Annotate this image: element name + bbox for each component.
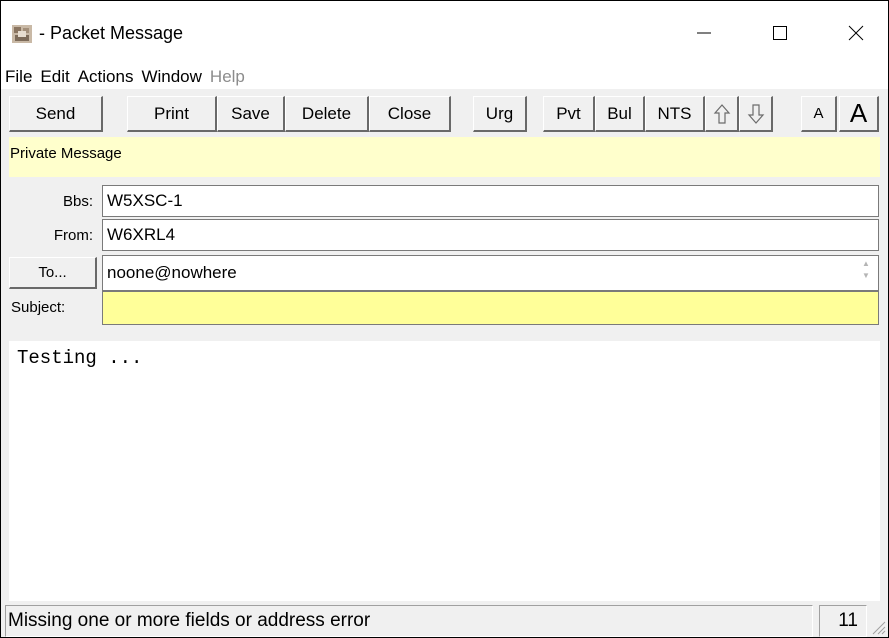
title-bar: - Packet Message [1, 1, 888, 65]
status-message: Missing one or more fields or address er… [5, 605, 813, 637]
to-field-value: noone@nowhere [107, 263, 237, 282]
resize-grip-icon[interactable] [870, 619, 886, 635]
from-field[interactable] [102, 219, 879, 251]
move-up-button[interactable] [705, 96, 739, 132]
bulletin-button[interactable]: Bul [595, 96, 645, 132]
send-button[interactable]: Send [9, 96, 103, 132]
bbs-field[interactable] [102, 185, 879, 217]
menu-bar: File Edit Actions Window Help [1, 65, 888, 89]
menu-file[interactable]: File [1, 67, 36, 87]
arrow-down-icon [747, 103, 764, 124]
menu-actions[interactable]: Actions [74, 67, 138, 87]
to-field[interactable]: noone@nowhere ▲ ▼ [102, 255, 879, 291]
maximize-button[interactable] [749, 1, 811, 65]
message-type-banner: Private Message [9, 137, 880, 177]
message-body[interactable]: Testing ... [9, 341, 880, 601]
status-bar: Missing one or more fields or address er… [1, 601, 888, 637]
window-title: - Packet Message [39, 23, 184, 43]
minimize-button[interactable] [673, 1, 735, 65]
from-label: From: [53, 227, 93, 244]
nts-button[interactable]: NTS [645, 96, 705, 132]
packet-message-window: - Packet Message File Edit Actions Windo… [0, 0, 889, 638]
subject-label: Subject: [11, 299, 66, 316]
status-count: 11 [819, 605, 867, 637]
subject-field[interactable] [102, 291, 879, 325]
to-button[interactable]: To... [9, 257, 97, 289]
font-smaller-button[interactable]: A [801, 96, 837, 132]
banner-text: Private Message [10, 145, 122, 162]
minimize-icon [697, 32, 711, 34]
move-down-button[interactable] [739, 96, 773, 132]
close-button[interactable]: Close [369, 96, 451, 132]
print-button[interactable]: Print [127, 96, 217, 132]
arrow-up-icon [713, 103, 730, 124]
spin-up-icon: ▲ [862, 259, 870, 268]
maximize-icon [773, 26, 787, 40]
bbs-label: Bbs: [62, 193, 93, 210]
delete-button[interactable]: Delete [285, 96, 369, 132]
spin-down-icon: ▼ [862, 271, 870, 280]
private-button[interactable]: Pvt [543, 96, 595, 132]
save-button[interactable]: Save [217, 96, 285, 132]
app-icon [11, 23, 33, 45]
urgent-button[interactable]: Urg [473, 96, 527, 132]
menu-edit[interactable]: Edit [36, 67, 73, 87]
menu-help[interactable]: Help [206, 67, 249, 87]
close-window-button[interactable] [825, 1, 887, 65]
close-icon [848, 25, 864, 41]
toolbar: Send Print Save Delete Close Urg Pvt Bul… [1, 93, 888, 137]
to-field-spinner[interactable]: ▲ ▼ [856, 258, 876, 284]
menu-window[interactable]: Window [137, 67, 205, 87]
font-larger-button[interactable]: A [839, 96, 879, 132]
